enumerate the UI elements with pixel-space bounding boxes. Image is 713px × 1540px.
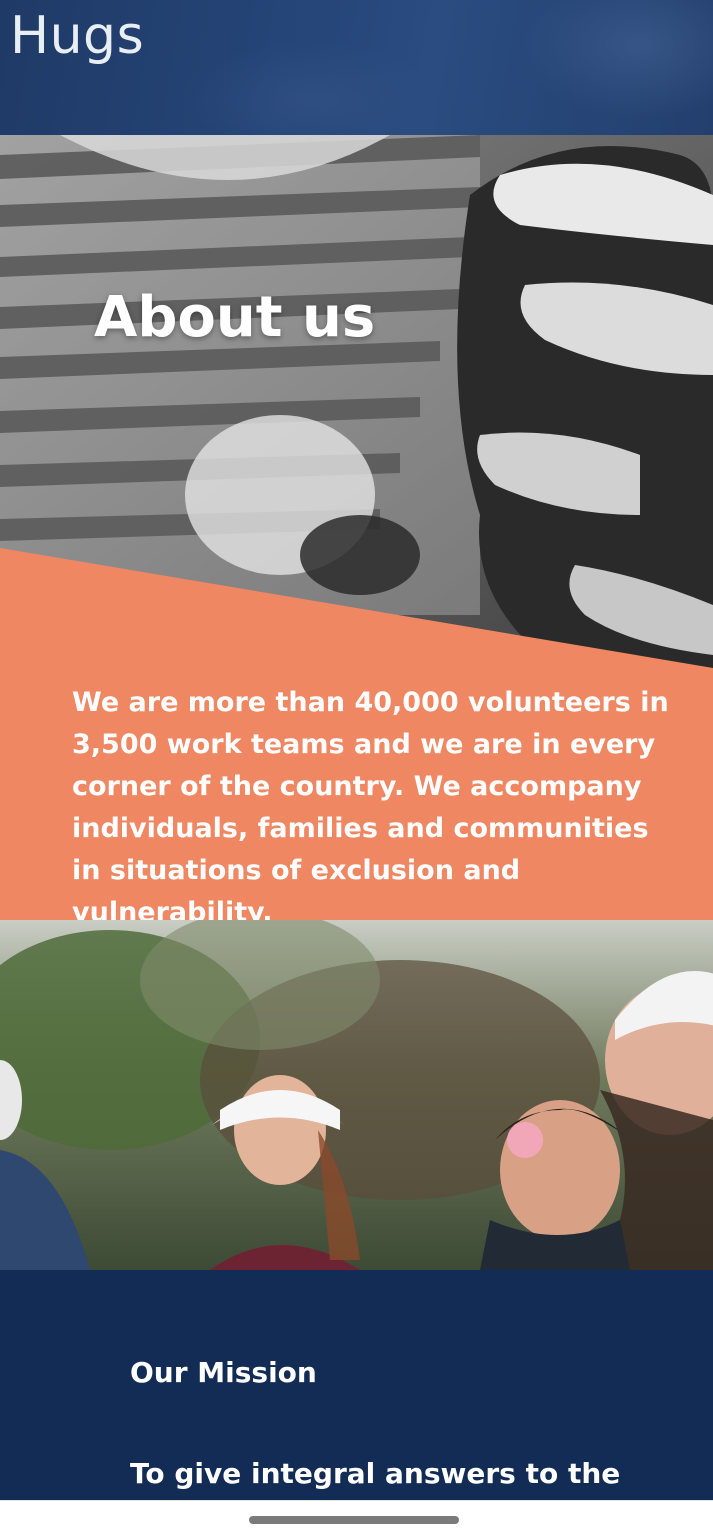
volunteers-photo-section bbox=[0, 920, 713, 1270]
home-indicator[interactable] bbox=[249, 1516, 459, 1524]
page: Hugs About us We are more than 40,000 vo… bbox=[0, 0, 713, 1540]
header-background-shade bbox=[520, 0, 713, 120]
intro-section: We are more than 40,000 volunteers in 3,… bbox=[0, 548, 713, 928]
mission-title: Our Mission bbox=[130, 1356, 317, 1389]
header-background-shade bbox=[180, 40, 440, 135]
brand-logo[interactable]: Hugs bbox=[10, 6, 144, 66]
mission-section: Our Mission To give integral answers to … bbox=[0, 1270, 713, 1500]
site-header: Hugs bbox=[0, 0, 713, 135]
volunteers-photo bbox=[0, 920, 713, 1270]
system-navigation-bar bbox=[0, 1500, 713, 1540]
mission-text: To give integral answers to the bbox=[130, 1457, 621, 1490]
intro-text: We are more than 40,000 volunteers in 3,… bbox=[72, 687, 669, 928]
page-title: About us bbox=[94, 285, 376, 350]
